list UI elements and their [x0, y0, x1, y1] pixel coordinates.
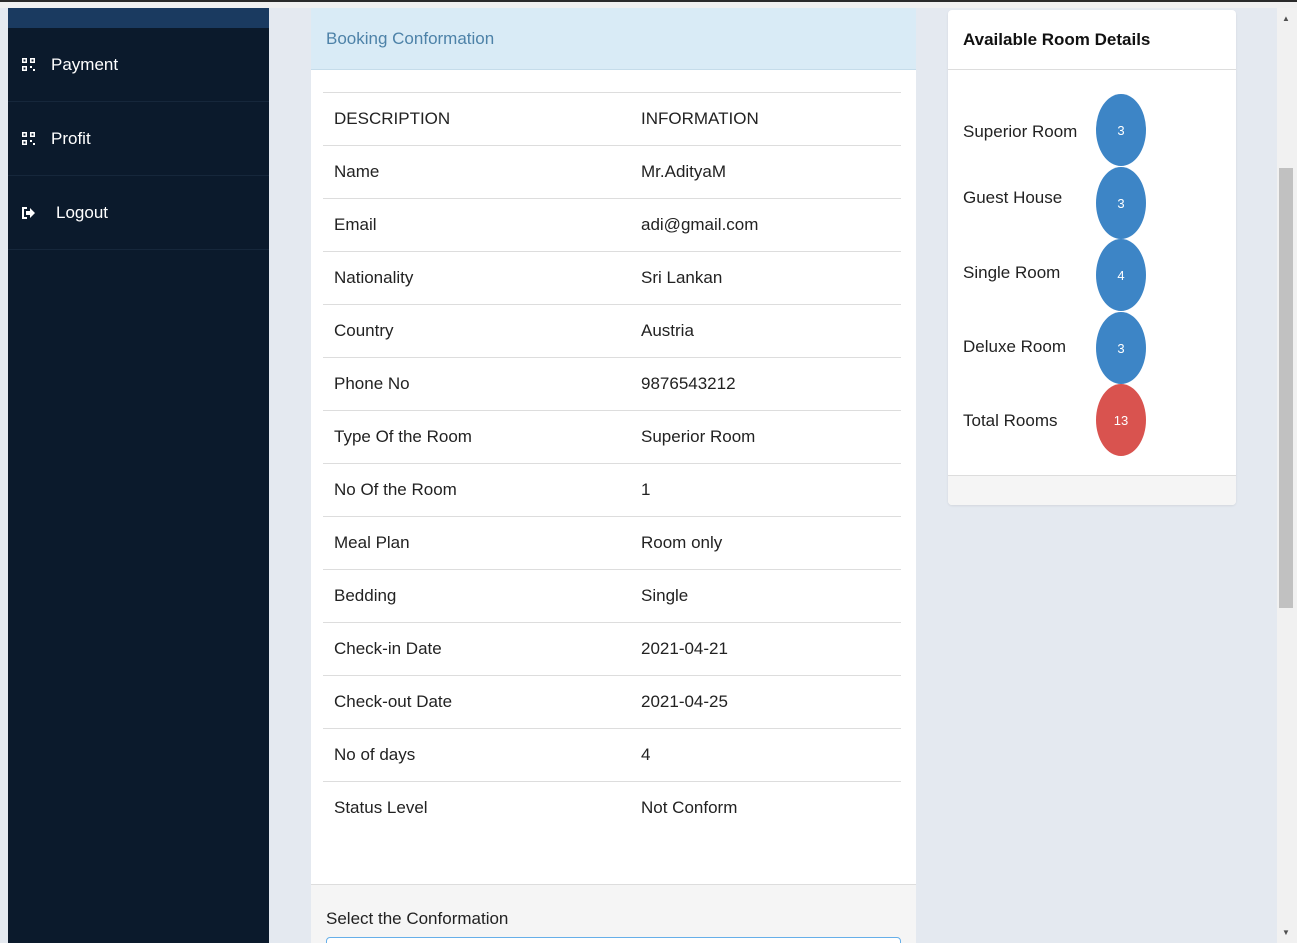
row-value: 2021-04-21 [641, 639, 728, 658]
table-row: Type Of the Room Superior Room [323, 410, 901, 464]
room-label: Single Room [963, 263, 1061, 282]
room-row: Superior Room 3 [963, 94, 1203, 166]
row-label: Country [334, 321, 394, 340]
table-row: No Of the Room 1 [323, 463, 901, 517]
row-label: Check-in Date [334, 639, 442, 658]
table-row: Bedding Single [323, 569, 901, 623]
column-header-information: INFORMATION [641, 109, 759, 128]
booking-panel: Booking Conformation DESCRIPTION INFORMA… [311, 8, 916, 943]
scroll-up-icon[interactable]: ▲ [1277, 12, 1295, 26]
table-row: Check-out Date 2021-04-25 [323, 675, 901, 729]
row-value: Single [641, 586, 689, 605]
row-label: Bedding [334, 586, 397, 605]
room-row: Deluxe Room 3 [963, 312, 1203, 384]
row-value: Not Conform [641, 798, 738, 818]
panel-title: Booking Conformation [326, 28, 495, 48]
table-row: Phone No 9876543212 [323, 357, 901, 411]
room-label: Superior Room [963, 122, 1078, 141]
row-label: Status Level [334, 798, 428, 818]
row-label: Nationality [334, 268, 414, 287]
row-value: 2021-04-25 [641, 692, 728, 711]
row-value: Superior Room [641, 427, 756, 446]
row-value: adi@gmail.com [641, 215, 759, 234]
sidebar-item-label: Logout [56, 202, 108, 222]
room-label: Guest House [963, 188, 1063, 207]
sidebar-item-label: Profit [51, 128, 91, 148]
sidebar-item-profit[interactable]: Profit [8, 102, 269, 176]
logout-icon [20, 205, 36, 221]
window-top-border [0, 0, 1297, 8]
room-details-footer [948, 475, 1236, 505]
scroll-down-icon[interactable]: ▼ [1277, 926, 1295, 940]
table-row: Nationality Sri Lankan [323, 251, 901, 305]
row-label: Name [334, 162, 380, 181]
row-label: Email [334, 215, 377, 234]
panel-footer: Select the Conformation [311, 884, 916, 943]
page-scrollbar[interactable]: ▲ ▼ [1277, 8, 1297, 943]
room-count-badge: 13 [1096, 384, 1146, 456]
row-value: 9876543212 [641, 374, 736, 393]
room-details-heading: Available Room Details [948, 10, 1236, 70]
row-label: Check-out Date [334, 692, 453, 711]
row-value: Austria [641, 321, 694, 340]
room-row: Guest House 3 [963, 167, 1203, 239]
table-header-row: DESCRIPTION INFORMATION [323, 92, 901, 146]
row-label: No of days [334, 745, 416, 764]
sidebar-item-label: Payment [51, 54, 119, 74]
room-label: Deluxe Room [963, 337, 1066, 356]
row-value: Mr.AdityaM [641, 162, 727, 181]
table-row: No of days 4 [323, 728, 901, 782]
table-row: Check-in Date 2021-04-21 [323, 622, 901, 676]
table-row: Meal Plan Room only [323, 516, 901, 570]
select-confirmation-label: Select the Conformation [326, 909, 509, 928]
sidebar-active-strip [8, 8, 269, 28]
row-label: Type Of the Room [334, 427, 472, 446]
sidebar-item-payment[interactable]: Payment [8, 28, 269, 102]
panel-heading: Booking Conformation [311, 8, 916, 70]
room-details-title: Available Room Details [963, 29, 1151, 49]
scroll-thumb[interactable] [1279, 168, 1293, 608]
row-value: 1 [641, 480, 651, 499]
room-count-badge: 3 [1096, 94, 1146, 166]
table-row: Country Austria [323, 304, 901, 358]
qr-grid-icon [20, 57, 36, 73]
confirmation-select[interactable] [326, 937, 901, 943]
room-row: Total Rooms 13 [963, 384, 1203, 456]
row-value: Room only [641, 533, 723, 552]
row-value: Sri Lankan [641, 268, 723, 287]
sidebar-item-logout[interactable]: Logout [8, 176, 269, 250]
room-label: Total Rooms [963, 411, 1058, 430]
table-row: Email adi@gmail.com [323, 198, 901, 252]
room-row: Single Room 4 [963, 239, 1203, 311]
table-row: Status Level Not Conform [323, 781, 901, 835]
room-count-badge: 4 [1096, 239, 1146, 311]
sidebar: Payment Profit Logout [8, 8, 269, 943]
booking-info-table: DESCRIPTION INFORMATION Name Mr.AdityaM Em… [323, 92, 901, 835]
qr-grid-icon [20, 131, 36, 147]
room-count-badge: 3 [1096, 167, 1146, 239]
row-label: Phone No [334, 374, 410, 393]
room-details-panel: Available Room Details Superior Room 3 Gue… [948, 10, 1236, 505]
row-label: Meal Plan [334, 533, 410, 552]
table-row: Name Mr.AdityaM [323, 145, 901, 199]
room-count-badge: 3 [1096, 312, 1146, 384]
row-label: No Of the Room [334, 480, 457, 499]
column-header-description: DESCRIPTION [334, 109, 451, 128]
row-value: 4 [641, 745, 651, 764]
